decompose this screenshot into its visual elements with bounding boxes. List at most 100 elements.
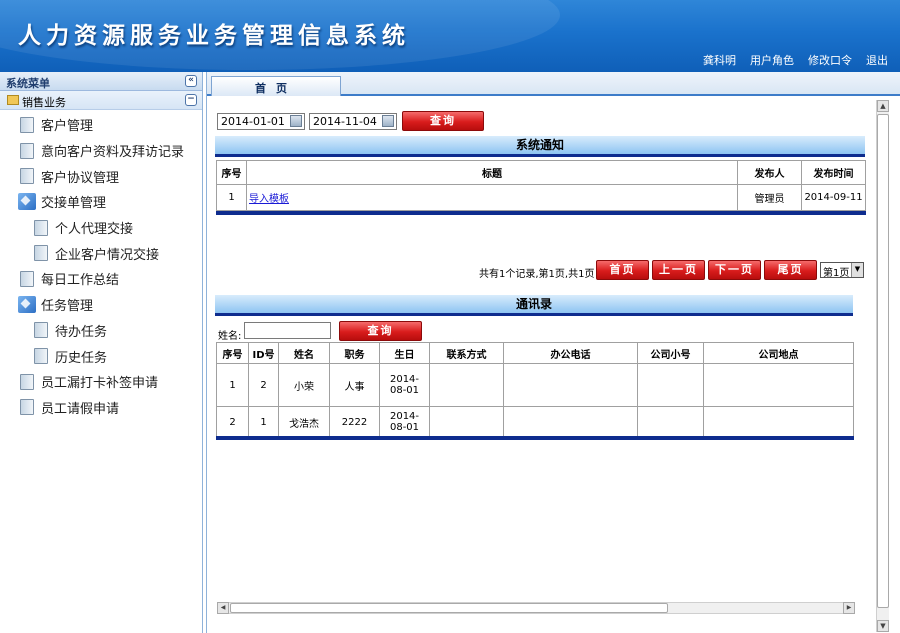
start-date-field[interactable]: 2014-01-01 xyxy=(217,113,305,130)
document-icon xyxy=(20,270,34,287)
chevron-down-icon[interactable]: ▼ xyxy=(851,263,863,277)
document-icon xyxy=(34,219,48,236)
app-title: 人力资源服务业务管理信息系统 xyxy=(18,23,410,49)
sidebar-item-personal-agent-handover[interactable]: 个人代理交接 xyxy=(0,215,202,241)
end-date-value: 2014-11-04 xyxy=(313,115,377,128)
column-header: 公司小号 xyxy=(637,342,704,364)
sidebar-item-daily-summary[interactable]: 每日工作总结 xyxy=(0,266,202,292)
horizontal-scrollbar[interactable]: ◀ ▶ xyxy=(217,602,855,614)
column-header: 联系方式 xyxy=(429,342,504,364)
end-date-field[interactable]: 2014-11-04 xyxy=(309,113,397,130)
first-page-button[interactable]: 首页 xyxy=(596,260,649,280)
page-select-value: 第1页 xyxy=(823,268,850,279)
sidebar-item-customer-management[interactable]: 客户管理 xyxy=(0,112,202,138)
contact-id: 2 xyxy=(248,363,279,407)
notice-publisher: 管理员 xyxy=(737,184,802,211)
sidebar-item-label: 企业客户情况交接 xyxy=(55,247,160,263)
calendar-icon[interactable] xyxy=(290,115,302,127)
notice-query-button[interactable]: 查询 xyxy=(402,111,484,131)
column-header: 职务 xyxy=(329,342,380,364)
sidebar-item-handover-management[interactable]: 交接单管理 xyxy=(0,189,202,215)
sidebar-item-pending-tasks[interactable]: 待办任务 xyxy=(0,318,202,344)
contacts-header-row: 序号 ID号 姓名 职务 生日 联系方式 办公电话 公司小号 公司地点 xyxy=(216,342,854,364)
sidebar-item-label: 任务管理 xyxy=(41,299,94,315)
contact-method xyxy=(429,406,504,438)
scrollbar-thumb[interactable] xyxy=(877,114,889,608)
name-search-input[interactable] xyxy=(244,322,331,339)
app-header: 人力资源服务业务管理信息系统 龚科明 用户角色 修改口令 退出 xyxy=(0,0,900,72)
contacts-query-button[interactable]: 查询 xyxy=(339,321,422,341)
calendar-icon[interactable] xyxy=(382,115,394,127)
tab-bar: 首页 xyxy=(207,72,900,96)
folder-icon xyxy=(18,296,36,314)
document-icon xyxy=(20,373,34,390)
user-links: 龚科明 用户角色 修改口令 退出 xyxy=(703,52,888,68)
sidebar-item-missed-punch-request[interactable]: 员工漏打卡补签申请 xyxy=(0,369,202,395)
sidebar-item-label: 交接单管理 xyxy=(41,196,107,212)
table-row: 1 导入模板 管理员 2014-09-11 xyxy=(216,184,866,211)
sidebar-item-enterprise-handover[interactable]: 企业客户情况交接 xyxy=(0,240,202,266)
sidebar-title-label: 系统菜单 xyxy=(6,77,50,90)
scroll-right-icon[interactable]: ▶ xyxy=(843,602,855,614)
sidebar-item-label: 历史任务 xyxy=(55,350,108,366)
prev-page-button[interactable]: 上一页 xyxy=(652,260,705,280)
notice-title-link[interactable]: 导入模板 xyxy=(249,194,289,205)
scrollbar-thumb[interactable] xyxy=(230,603,668,613)
column-header: 办公电话 xyxy=(503,342,638,364)
tab-home[interactable]: 首页 xyxy=(211,76,341,96)
current-user-link[interactable]: 龚科明 xyxy=(703,52,736,68)
sidebar-item-label: 员工请假申请 xyxy=(41,401,120,417)
sidebar-item-label: 员工漏打卡补签申请 xyxy=(41,376,159,392)
scroll-down-icon[interactable]: ▼ xyxy=(877,620,889,632)
contact-name: 戈浩杰 xyxy=(278,406,330,438)
notice-panel-bottom-bar xyxy=(216,211,866,215)
sidebar-title: 系统菜单 « xyxy=(0,72,202,91)
column-header: 生日 xyxy=(379,342,430,364)
contact-position: 人事 xyxy=(329,363,380,407)
last-page-button[interactable]: 尾页 xyxy=(764,260,817,280)
sidebar-item-task-management[interactable]: 任务管理 xyxy=(0,292,202,318)
sidebar-item-history-tasks[interactable]: 历史任务 xyxy=(0,343,202,369)
sidebar-item-leave-request[interactable]: 员工请假申请 xyxy=(0,395,202,421)
folder-icon xyxy=(18,193,36,211)
document-icon xyxy=(34,322,48,339)
notice-panel-title: 系统通知 xyxy=(215,136,865,157)
next-page-button[interactable]: 下一页 xyxy=(708,260,761,280)
notice-table: 序号 标题 发布人 发布时间 1 导入模板 管理员 2014-09-11 xyxy=(216,160,866,211)
column-header: 发布人 xyxy=(737,160,802,185)
sidebar-item-label: 意向客户资料及拜访记录 xyxy=(41,145,185,161)
contact-birthday: 2014-08-01 xyxy=(379,363,430,407)
notice-header-row: 序号 标题 发布人 发布时间 xyxy=(216,160,866,185)
contact-company-short xyxy=(637,363,704,407)
column-header: 发布时间 xyxy=(801,160,866,185)
contacts-panel-bottom-bar xyxy=(216,436,854,440)
contact-office-phone xyxy=(503,363,638,407)
page-select[interactable]: 第1页 ▼ xyxy=(820,262,864,279)
sidebar-item-label: 每日工作总结 xyxy=(41,273,120,289)
sidebar-item-prospect-visits[interactable]: 意向客户资料及拜访记录 xyxy=(0,138,202,164)
name-label: 姓名: xyxy=(218,331,242,342)
main-content: 首页 ▲ ▼ 2014-01-01 2014-11-04 查询 系统通知 序号 … xyxy=(206,72,900,633)
sidebar-item-label: 客户协议管理 xyxy=(41,170,120,186)
contacts-panel-title: 通讯录 xyxy=(215,295,853,316)
scroll-left-icon[interactable]: ◀ xyxy=(217,602,229,614)
collapse-section-icon[interactable]: − xyxy=(185,94,197,106)
document-icon xyxy=(20,116,34,133)
contact-birthday: 2014-08-01 xyxy=(379,406,430,438)
vertical-scrollbar[interactable]: ▲ ▼ xyxy=(876,100,889,632)
logout-link[interactable]: 退出 xyxy=(866,52,888,68)
contact-office-phone xyxy=(503,406,638,438)
folder-open-icon xyxy=(7,95,19,105)
sidebar-section-sales[interactable]: 销售业务 − xyxy=(0,91,202,110)
user-role-link[interactable]: 用户角色 xyxy=(750,52,794,68)
sidebar-section-label: 销售业务 xyxy=(22,96,66,109)
column-header: ID号 xyxy=(248,342,279,364)
contact-company-location xyxy=(703,406,854,438)
collapse-sidebar-icon[interactable]: « xyxy=(185,75,197,87)
change-password-link[interactable]: 修改口令 xyxy=(808,52,852,68)
contact-method xyxy=(429,363,504,407)
sidebar-item-customer-agreements[interactable]: 客户协议管理 xyxy=(0,163,202,189)
contact-company-short xyxy=(637,406,704,438)
scroll-up-icon[interactable]: ▲ xyxy=(877,100,889,112)
column-header: 序号 xyxy=(216,160,247,185)
